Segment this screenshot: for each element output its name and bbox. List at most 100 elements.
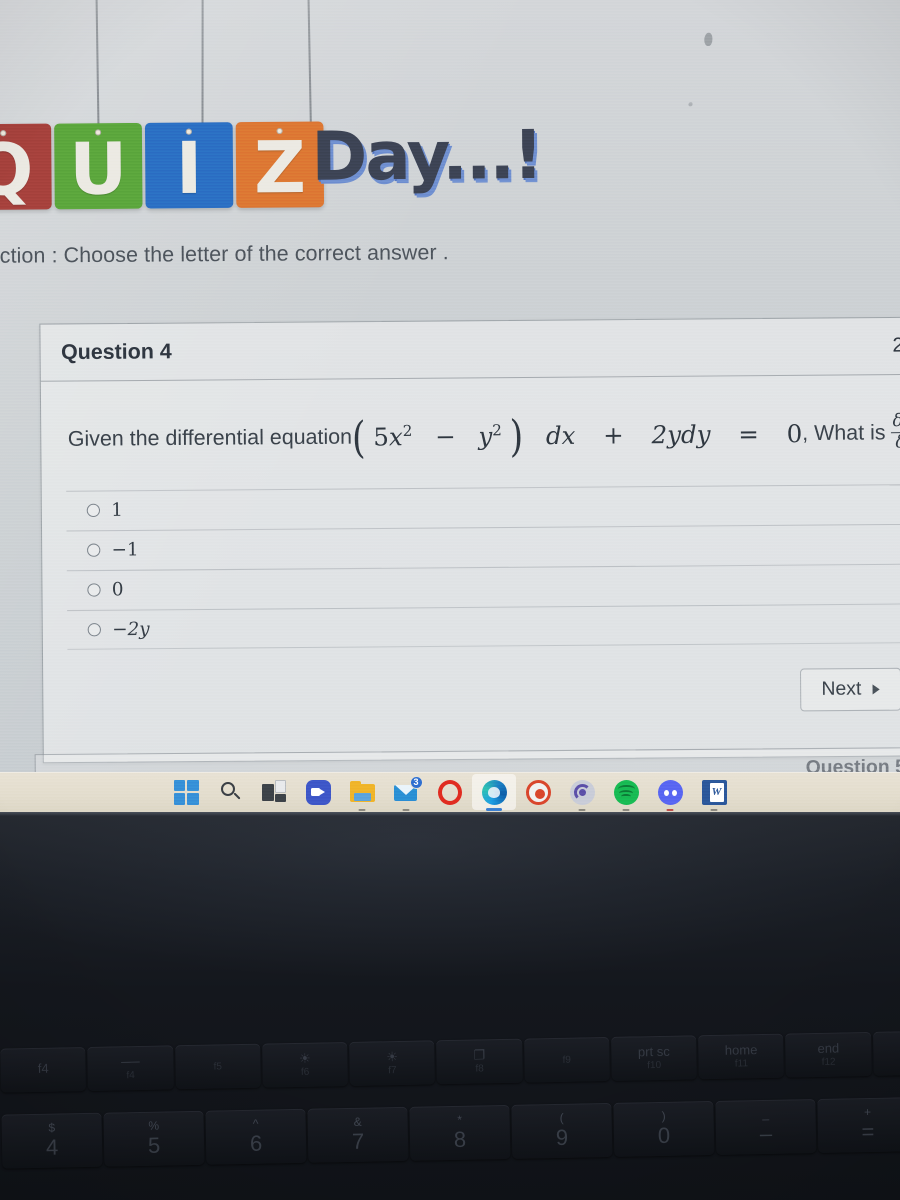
key-sub-label: f10 [647,1060,662,1072]
key-main-label: 7 [351,1128,365,1154]
key-main-label: 4 [45,1134,59,1160]
taskbar-item-file-explorer[interactable] [340,774,384,811]
tile-eyelet-icon [185,128,192,135]
search-icon [218,780,243,805]
answer-option-2[interactable]: −1 [66,523,900,570]
key-top-label: prt sc [637,1043,670,1060]
keyboard-key[interactable]: + = [817,1097,900,1153]
key-main-label: – [759,1120,773,1146]
question-number: Question 4 [60,339,172,364]
key-top-label: _ [762,1107,770,1122]
banner-string [95,0,100,130]
prompt-lead-text: Given the differential equation [67,425,353,452]
screenshot-root: Q U I Z Day...! irection: Choose the le… [0,0,900,1200]
keyboard-key[interactable]: ── f4 [87,1045,174,1091]
keyboard-key[interactable]: (9 [511,1102,613,1159]
math-plus: + [603,420,624,450]
prompt-mid-text: , What is [802,421,886,446]
keyboard-function-row: f4 ── f4 f5 ☀ f6 ☀ f7 ❐ f8 f9 prt sc f10 home f11 end f1… [0,1030,900,1093]
taskbar-item-search[interactable] [208,774,252,810]
key-sub-label: f8 [475,1063,484,1075]
keyboard-key[interactable]: f9 [523,1036,610,1083]
keyboard-key[interactable]: end f12 [785,1031,872,1078]
taskbar-item-meeting[interactable] [296,774,340,810]
banner-tile-u: U [54,122,143,212]
key-top-label: ^ [252,1117,259,1132]
keyboard-key[interactable]: f5 [174,1043,261,1090]
keyboard-key[interactable]: $4 [1,1112,103,1169]
banner-tile-letter: Q [0,127,34,212]
answer-option-3[interactable]: 0 [66,563,900,610]
monitor-screen: Q U I Z Day...! irection: Choose the le… [0,0,900,812]
taskbar-item-spotify[interactable] [604,774,648,811]
taskbar-item-red-app[interactable] [516,774,560,810]
taskbar-item-edge[interactable] [472,774,516,811]
partial-derivative-fraction: δN δx [890,411,900,452]
keyboard-key[interactable]: home f11 [698,1033,785,1080]
key-top-label: ☀ [386,1048,399,1065]
tile-eyelet-icon [276,127,283,135]
running-indicator [666,808,674,811]
radio-button-icon[interactable] [87,622,101,637]
radio-button-icon[interactable] [86,503,101,518]
answer-option-label: −2y [112,618,150,640]
keyboard-key[interactable]: f4 [0,1047,87,1093]
banner-string [307,0,312,128]
taskbar-item-word[interactable]: W [692,774,736,811]
math-term1-exponent: 2 [402,421,413,440]
radio-button-icon[interactable] [87,543,101,558]
keyboard-key[interactable]: ) 0 [613,1100,715,1157]
banner-tile-q: Q [0,123,52,212]
bittorrent-icon [569,779,595,805]
opera-icon [438,779,462,805]
taskbar-item-opera[interactable] [428,774,472,810]
windows-start-icon [173,779,199,805]
banner-tile-letter: Z [253,125,307,210]
next-button[interactable]: Next [799,667,900,712]
keyboard-key[interactable]: ❐ f8 [436,1038,523,1085]
math-term1-coeff: 5 [373,422,390,452]
key-sub-label: f9 [562,1054,572,1066]
running-indicator [622,808,630,811]
answer-option-1[interactable]: 1 [66,483,900,531]
math-equals: = [738,419,759,449]
key-main-label: 6 [249,1130,263,1156]
keyboard-key[interactable]: ☀ f7 [349,1040,436,1086]
keyboard-key[interactable]: _ – [715,1098,817,1155]
keyboard-key[interactable]: & 7 [307,1106,409,1163]
key-main-label: = [861,1118,875,1144]
answer-option-label: −1 [111,539,139,561]
banner-tile-letter: U [69,127,128,212]
keyboard-key[interactable]: ☀ f6 [261,1041,349,1088]
key-main-label: 8 [453,1126,467,1152]
running-indicator [402,808,410,811]
key-top-label: home [724,1041,758,1058]
red-app-icon [525,779,551,805]
running-indicator [710,808,718,811]
key-main-label: 5 [147,1132,161,1158]
laptop-desk-area: f4 ── f4 f5 ☀ f6 ☀ f7 ❐ f8 f9 prt sc f10 home f11 end f1… [0,812,900,1200]
keyboard-key[interactable]: insert [872,1030,900,1076]
key-top-label: % [148,1118,160,1134]
radio-button-icon[interactable] [87,583,101,597]
question-prompt: Given the differential equation ( 5x2 − … [41,375,900,491]
taskbar-item-task-view[interactable] [252,774,296,810]
taskbar-item-mail[interactable]: 3 [384,774,428,811]
taskbar-item-bittorrent[interactable] [560,774,604,811]
key-sub-label: f12 [821,1056,836,1069]
taskbar-item-discord[interactable] [648,774,692,811]
taskbar-item-start[interactable] [164,774,208,810]
key-top-label: & [353,1115,362,1130]
key-sub-label: f11 [734,1058,749,1070]
math-term3: 2ydy [651,420,711,450]
keyboard-key[interactable]: % 5 [103,1110,205,1167]
answer-option-4[interactable]: −2y [67,602,900,650]
math-dx: dx [545,421,576,451]
key-top-label: $ [48,1120,56,1136]
keyboard-key[interactable]: * 8 [409,1104,511,1161]
keyboard-key[interactable]: prt sc f10 [610,1035,698,1081]
key-top-label: + [863,1105,872,1120]
key-sub-label: f6 [300,1066,310,1079]
question-points: 2 p [892,334,900,357]
keyboard-key[interactable]: ^ 6 [205,1108,307,1165]
